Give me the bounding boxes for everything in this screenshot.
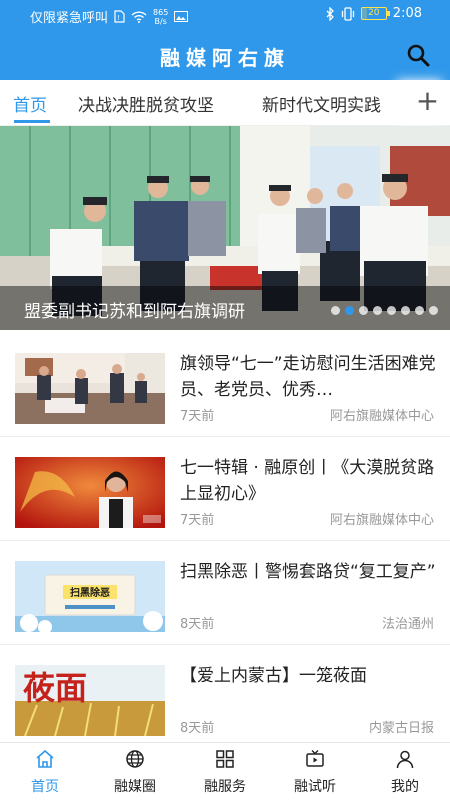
thumb-caption: 莜面: [23, 669, 87, 707]
news-item[interactable]: 莜面 【爱上内蒙古】一笼莜面 8天前 内蒙古日报: [0, 645, 450, 749]
carousel-dot[interactable]: [415, 306, 424, 315]
news-source: 法治通州: [381, 617, 434, 632]
battery-fill: [361, 8, 367, 19]
news-time: 8天前: [180, 617, 215, 632]
thumb-caption: 扫黑除恶: [70, 586, 110, 599]
carousel-dot[interactable]: [401, 306, 410, 315]
news-title: 扫黑除恶丨警惕套路贷“复工复产”: [180, 562, 436, 582]
news-title: 【爱上内蒙古】一笼莜面: [180, 666, 367, 686]
news-title: 旗领导“七一”走访慰问生活困难党员、老党员、优秀…: [180, 354, 436, 400]
news-time: 7天前: [180, 513, 215, 528]
carousel-dots: [331, 306, 438, 315]
user-icon: [396, 750, 414, 769]
carousel-dot[interactable]: [345, 306, 354, 315]
channel-tabs: 首页 决战决胜脱贫攻坚 新时代文明实践 +: [0, 80, 450, 126]
app-header: 融媒阿右旗: [0, 30, 450, 80]
status-bar: 仅限紧急呼叫 ! 865 B/s 20 2:08: [0, 0, 450, 30]
banner-carousel[interactable]: 盟委副书记苏和到阿右旗调研: [0, 126, 450, 330]
news-item[interactable]: 扫黑除恶 扫黑除恶丨警惕套路贷“复工复产” 8天前 法治通州: [0, 541, 450, 645]
nav-media-circle-label: 融媒圈: [114, 779, 156, 795]
news-source: 阿右旗融媒体中心: [329, 513, 434, 528]
nav-services-label: 融服务: [204, 779, 246, 795]
news-item[interactable]: 七一特辑 · 融原创丨《大漠脱贫路上显初心》 7天前 阿右旗融媒体中心: [0, 437, 450, 541]
nav-services[interactable]: 融服务: [180, 743, 270, 800]
news-thumbnail: [15, 353, 165, 424]
news-source: 内蒙古日报: [368, 721, 434, 736]
tab-poverty-alleviation[interactable]: 决战决胜脱贫攻坚: [78, 91, 214, 116]
app-title: 融媒阿右旗: [160, 46, 290, 70]
search-icon[interactable]: [406, 43, 430, 67]
bluetooth-icon: [326, 6, 334, 21]
carrier-text: 仅限紧急呼叫: [30, 11, 109, 26]
carousel-dot[interactable]: [387, 306, 396, 315]
nav-home[interactable]: 首页: [0, 743, 90, 800]
wifi-icon: [131, 10, 147, 23]
banner-caption-bar: 盟委副书记苏和到阿右旗调研: [0, 286, 450, 330]
svg-text:!: !: [117, 14, 120, 22]
battery-indicator: 20: [360, 7, 390, 20]
tv-icon: [306, 750, 324, 767]
net-speed: 865 B/s: [153, 7, 169, 26]
active-tab-indicator: [14, 120, 50, 123]
bottom-navigation: 首页 融媒圈 融服务 融试听 我的: [0, 742, 450, 800]
grid-icon: [216, 750, 234, 768]
carousel-dot[interactable]: [359, 306, 368, 315]
nav-home-label: 首页: [31, 779, 59, 795]
news-time: 8天前: [180, 721, 215, 736]
nav-profile[interactable]: 我的: [360, 743, 450, 800]
carousel-dot[interactable]: [429, 306, 438, 315]
news-thumbnail: [15, 457, 165, 528]
add-channel-button[interactable]: +: [405, 80, 450, 125]
clock: 2:08: [392, 6, 422, 21]
tab-home[interactable]: 首页: [13, 91, 47, 116]
nav-audio-video-label: 融试听: [294, 779, 336, 795]
carousel-dot[interactable]: [373, 306, 382, 315]
news-thumbnail: 莜面: [15, 665, 165, 736]
news-source: 阿右旗融媒体中心: [329, 409, 434, 424]
news-item[interactable]: 旗领导“七一”走访慰问生活困难党员、老党员、优秀… 7天前 阿右旗融媒体中心: [0, 333, 450, 437]
nav-media-circle[interactable]: 融媒圈: [90, 743, 180, 800]
battery-text: 20: [368, 8, 380, 18]
vibrate-icon: [341, 6, 354, 21]
news-time: 7天前: [180, 409, 215, 424]
nav-profile-label: 我的: [391, 779, 419, 795]
globe-icon: [126, 750, 144, 768]
news-title: 七一特辑 · 融原创丨《大漠脱贫路上显初心》: [180, 458, 435, 504]
banner-caption: 盟委副书记苏和到阿右旗调研: [24, 302, 245, 322]
tab-civilization-practice[interactable]: 新时代文明实践: [262, 91, 381, 116]
image-notification-icon: [174, 11, 189, 22]
home-icon: [36, 749, 54, 768]
nav-audio-video[interactable]: 融试听: [270, 743, 360, 800]
sim-icon: !: [114, 10, 125, 23]
news-thumbnail: 扫黑除恶: [15, 561, 165, 632]
carousel-dot[interactable]: [331, 306, 340, 315]
